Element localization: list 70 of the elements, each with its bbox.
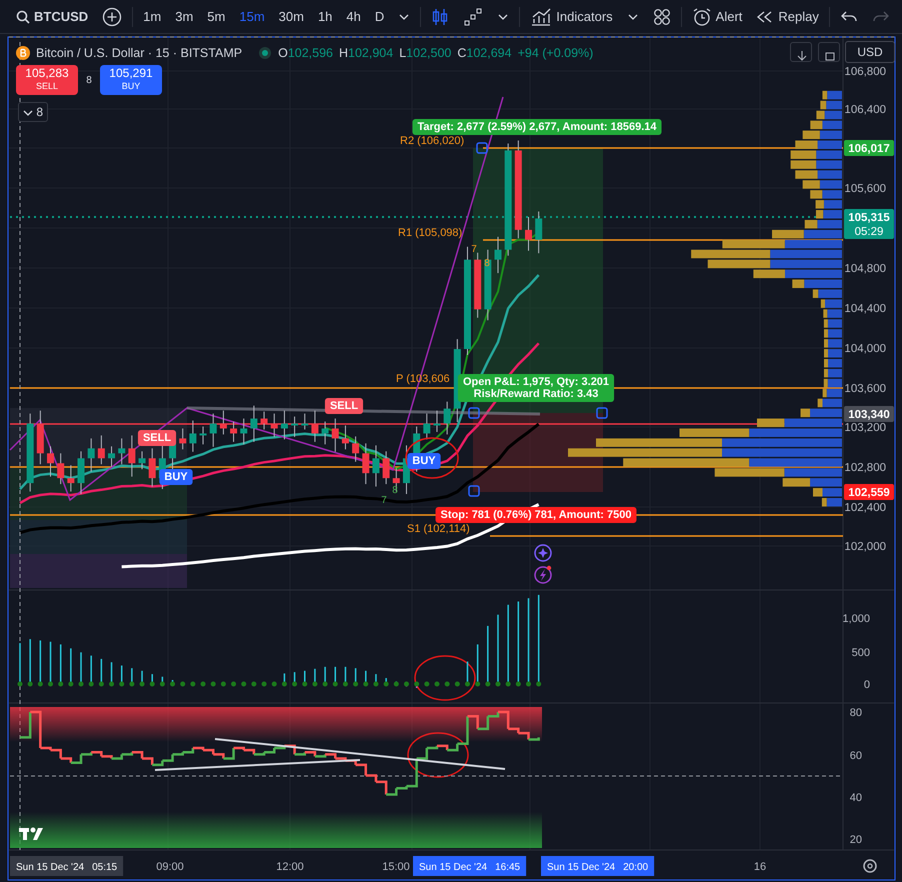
indicators-toggle-button[interactable]: 8 (18, 102, 48, 122)
count-label: 7 (381, 495, 387, 506)
price-axis-label: 102,800 (844, 462, 886, 474)
price-axis-label: 105,600 (844, 183, 886, 195)
ohlc-value: 102,500 (406, 45, 452, 62)
price-tag: 103,340 (844, 406, 894, 422)
time-axis-label: 16 (754, 861, 766, 873)
price-axis-label: 104,400 (844, 303, 886, 315)
indicators-button[interactable]: Indicators (526, 4, 617, 28)
time-axis-label: 12:00 (276, 861, 304, 873)
interval-button[interactable]: 1m (139, 6, 166, 28)
price-tag: 105,315 05:29 (844, 209, 894, 239)
signal-label: BUY (159, 469, 193, 485)
interval-button[interactable]: 3m (171, 6, 198, 28)
price-axis-label: 106,800 (844, 66, 886, 78)
chart-title: Bitcoin / U.S. Dollar · 15 · BITSTAMP (36, 45, 242, 62)
count-label: 8 (392, 485, 398, 496)
pivot-label: R2 (106,020) (400, 135, 464, 147)
price-axis-label: 104,000 (844, 343, 886, 355)
price-axis-label: 106,400 (844, 104, 886, 116)
ohlc-value: 102,904 (348, 45, 394, 62)
signal-label: BUY (407, 453, 441, 469)
time-tag: Sun 15 Dec '24 20:00 (541, 856, 654, 876)
pivot-label: R1 (105,098) (398, 227, 462, 239)
symbol-search-button[interactable]: BTCUSD (12, 6, 92, 28)
oscillator-axis-label: 0 (864, 679, 870, 691)
ohlc-key: L (399, 44, 406, 63)
interval-button[interactable]: 30m (274, 6, 308, 28)
interval-button[interactable]: 15m (235, 6, 269, 28)
spread-value: 8 (85, 74, 93, 88)
interval-button[interactable]: 1h (314, 6, 336, 28)
buy-button[interactable]: 105,291 BUY (100, 65, 162, 95)
price-change: +94 (+0.09%) (518, 45, 594, 62)
interval-button[interactable]: 4h (342, 6, 365, 28)
count-label: 7 (471, 244, 477, 255)
ohlc-value: 102,596 (288, 45, 333, 62)
interval-button[interactable]: D (370, 6, 388, 28)
signal-label: SELL (324, 398, 364, 414)
currency-select[interactable]: USD (845, 41, 895, 63)
alert-button[interactable]: Alert (688, 4, 746, 28)
price-axis-label: 102,000 (844, 541, 886, 553)
rsi-axis-label: 60 (850, 750, 862, 762)
pivot-label: S1 (102,114) (407, 523, 470, 535)
ohlc-key: C (457, 44, 466, 63)
count-label: 8 (484, 258, 490, 269)
price-axis-label: 104,800 (844, 263, 886, 275)
ohlc-value: 102,694 (466, 45, 512, 62)
signal-label: SELL (138, 430, 176, 446)
stop-label: Stop: 781 (0.76%) 781, Amount: 7500 (436, 507, 636, 523)
oscillator-axis-label: 500 (852, 647, 870, 659)
sell-button[interactable]: 105,283 SELL (16, 65, 78, 95)
time-tag: Sun 15 Dec '24 16:45 (413, 856, 526, 876)
rsi-axis-label: 20 (850, 834, 862, 846)
rsi-axis-label: 40 (850, 792, 862, 804)
price-axis-label: 103,200 (844, 422, 886, 434)
ohlc-key: H (339, 44, 348, 63)
price-axis-label: 103,600 (844, 383, 886, 395)
time-tag: Sun 15 Dec '24 05:15 (10, 856, 124, 876)
ohlc-key: O (278, 44, 288, 63)
time-axis-label: 15:00 (382, 861, 410, 873)
price-axis-label: 102,400 (844, 502, 886, 514)
position-label: Open P&L: 1,975, Qty: 3.201 Risk/Reward Ratio: 3.43 (458, 374, 614, 402)
price-tag: 102,559 (844, 484, 894, 500)
replay-button[interactable]: Replay (752, 6, 823, 28)
interval-button[interactable]: 5m (203, 6, 230, 28)
oscillator-axis-label: 1,000 (842, 613, 870, 625)
target-label: Target: 2,677 (2.59%) 2,677, Amount: 18569.14 (412, 119, 662, 135)
rsi-axis-label: 80 (850, 707, 862, 719)
price-tag: 106,017 (844, 140, 894, 156)
time-axis-label: 09:00 (156, 861, 184, 873)
